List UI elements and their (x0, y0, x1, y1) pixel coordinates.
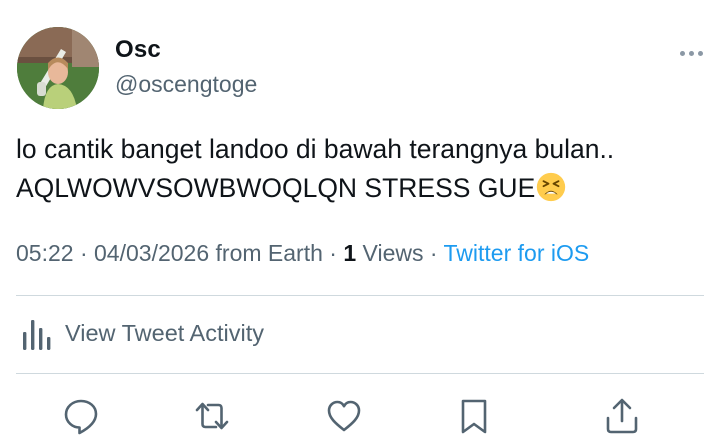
tweet-date[interactable]: 04/03/2026 (94, 240, 209, 266)
tweet-source-link[interactable]: Twitter for iOS (444, 240, 590, 266)
tweet-meta: 05:22 · 04/03/2026 from Earth · 1 Views … (16, 240, 589, 267)
tweet-location: from Earth (209, 240, 323, 266)
views-label[interactable]: Views (356, 240, 424, 266)
view-tweet-activity-label: View Tweet Activity (65, 320, 264, 346)
heart-icon (327, 400, 361, 432)
more-dots-icon (680, 51, 685, 56)
tweet-detail: Osc @oscengtoge lo cantik banget landoo … (0, 0, 720, 447)
tweet-text-line-content: AQLWOWVSOWBWOQLQN STRESS GUE (16, 173, 536, 203)
tweet-text: lo cantik banget landoo di bawah terangn… (16, 130, 706, 208)
avatar[interactable] (17, 27, 99, 109)
tweet-text-line: AQLWOWVSOWBWOQLQN STRESS GUE (16, 169, 706, 208)
views-count[interactable]: 1 (343, 240, 356, 266)
retweet-button[interactable] (192, 396, 232, 436)
tired-face-emoji (537, 172, 566, 202)
meta-separator: · (73, 240, 95, 266)
more-dots-icon (698, 51, 703, 56)
share-button[interactable] (602, 396, 642, 436)
bookmark-button[interactable] (454, 396, 494, 436)
more-dots-icon (689, 51, 694, 56)
like-button[interactable] (324, 396, 364, 436)
reply-icon (64, 399, 98, 435)
display-name[interactable]: Osc (115, 36, 161, 64)
tweet-action-bar (0, 392, 720, 440)
divider (16, 373, 704, 374)
bookmark-icon (461, 399, 487, 434)
bar-chart-icon (23, 320, 51, 350)
more-options-button[interactable] (676, 40, 708, 66)
meta-separator: · (322, 240, 344, 266)
reply-button[interactable] (61, 396, 101, 436)
retweet-icon (195, 402, 229, 430)
avatar-photo (17, 27, 99, 109)
tweet-text-line: lo cantik banget landoo di bawah terangn… (16, 134, 615, 164)
meta-separator: · (423, 240, 444, 266)
user-handle[interactable]: @oscengtoge (115, 71, 257, 98)
tweet-time[interactable]: 05:22 (16, 240, 74, 266)
view-tweet-activity-button[interactable]: View Tweet Activity (16, 296, 704, 373)
share-icon (606, 398, 638, 434)
